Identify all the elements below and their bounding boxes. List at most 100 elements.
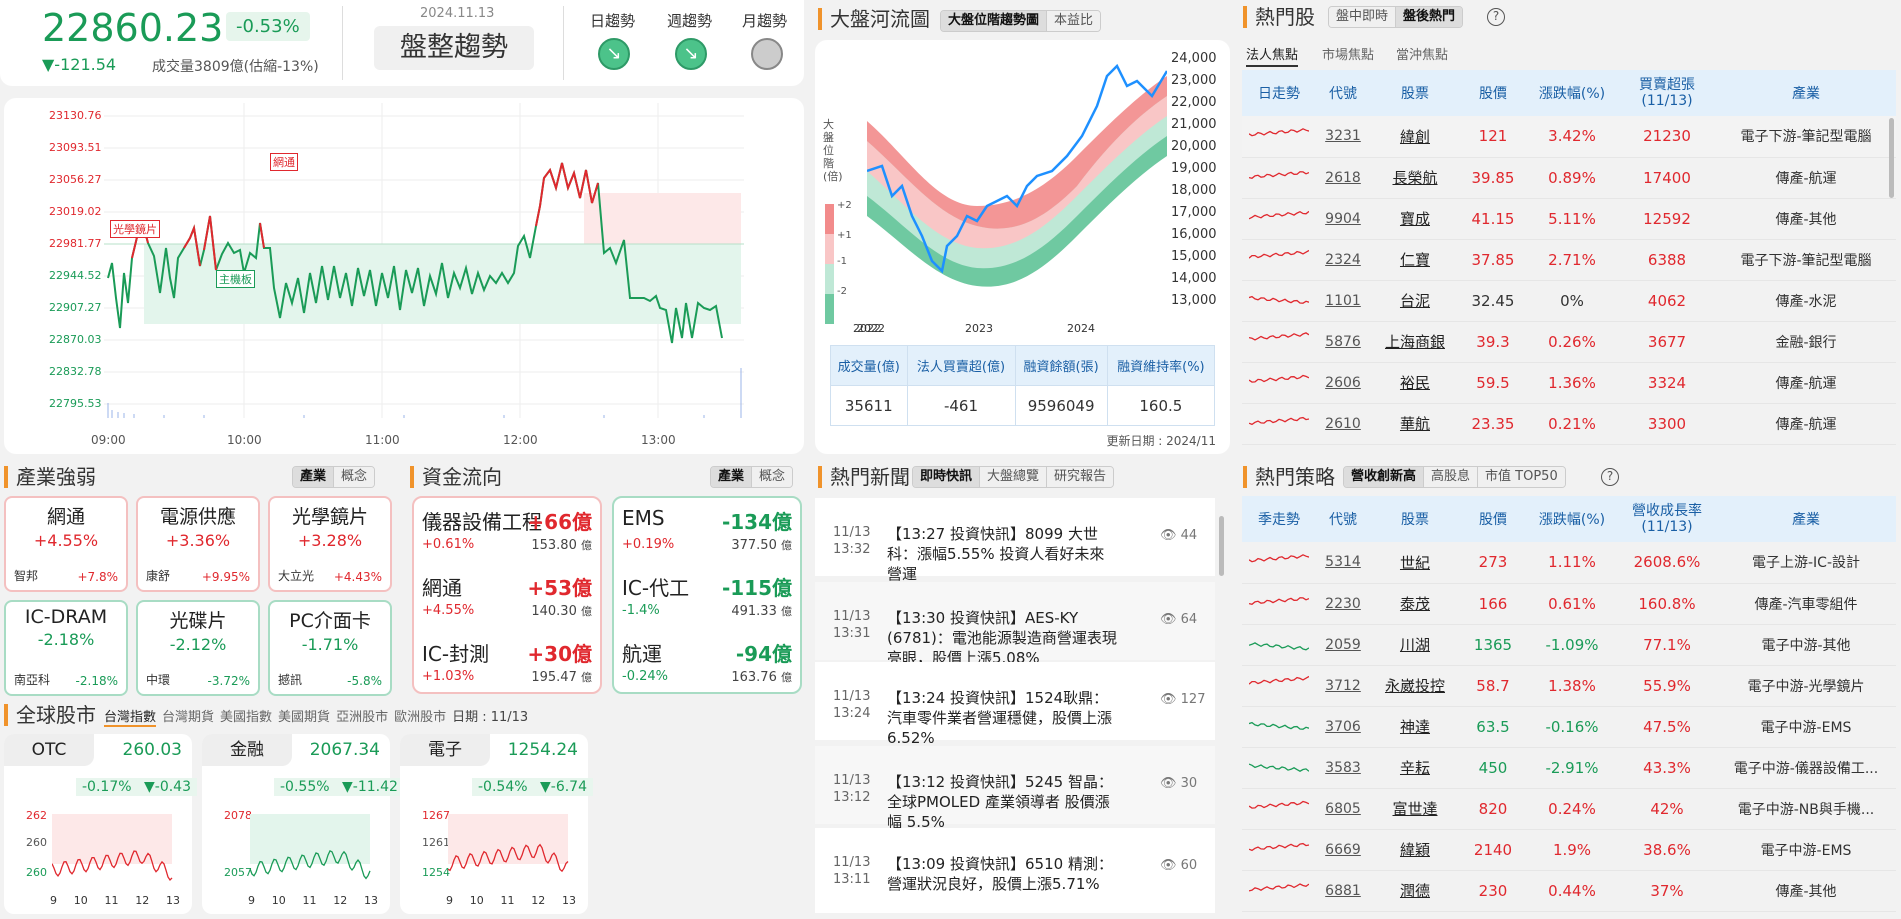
hot-subtab-daytrade[interactable]: 當沖焦點 [1396,44,1448,63]
industry-card[interactable]: IC-DRAM -2.18% 南亞科 -2.18% [4,600,128,696]
table-row[interactable]: 2618 長榮航 39.85 0.89% 17400 傳產-航運 [1242,157,1896,199]
stock-code[interactable]: 2606 [1316,362,1370,404]
news-item[interactable]: 11/13 13:31 【13:30 投資快訊】AES-KY (6781)：電池能源… [815,582,1215,667]
stock-code[interactable]: 2230 [1316,583,1370,625]
stock-code[interactable]: 5314 [1316,542,1370,584]
stock-code[interactable]: 2610 [1316,403,1370,445]
stock-name[interactable]: 神達 [1370,706,1460,748]
table-row[interactable]: 2230 泰茂 166 0.61% 160.8% 傳產-汽車零組件 [1242,583,1896,625]
stock-code[interactable]: 3712 [1316,665,1370,707]
tab-high-dividend[interactable]: 高股息 [1424,467,1479,487]
news-item[interactable]: 11/13 13:11 【13:09 投資快訊】6510 精測：營運狀況良好，股價上… [815,828,1215,913]
stock-code[interactable]: 6881 [1316,870,1370,912]
stock-name[interactable]: 寶成 [1370,198,1460,240]
stock-name[interactable]: 辛耘 [1370,747,1460,789]
table-row[interactable]: 5314 世紀 273 1.11% 2608.6% 電子上游-IC-設計 [1242,542,1896,584]
tab-tw-index[interactable]: 台灣指數 [104,706,157,727]
tab-us-futures[interactable]: 美國期貨 [278,706,330,727]
table-row[interactable]: 2606 裕民 59.5 1.36% 3324 傳產-航運 [1242,362,1896,404]
hot-subtab-institutional[interactable]: 法人焦點 [1246,44,1299,67]
stock-name[interactable]: 上海商銀 [1370,321,1460,363]
industry-card[interactable]: PC介面卡 -1.71% 撼訊 -5.8% [268,600,392,696]
tab-intraday[interactable]: 盤中即時 [1329,7,1397,27]
stock-code[interactable]: 2324 [1316,239,1370,281]
tab-industry[interactable]: 產業 [711,467,753,487]
table-row[interactable]: 3583 辛耘 450 -2.91% 43.3% 電子中游-儀器設備工... [1242,747,1896,789]
news-headline[interactable]: 【13:12 投資快訊】5245 智晶：全球PMOLED 產業領導者 股價漲幅 … [887,772,1117,832]
table-row[interactable]: 2324 仁寶 37.85 2.71% 6388 電子下游-筆記型電腦 [1242,239,1896,281]
stock-name[interactable]: 緯穎 [1370,829,1460,871]
col-header[interactable]: 買賣超張 (11/13) [1618,70,1716,116]
table-row[interactable]: 6669 緯穎 2140 1.9% 38.6% 電子中游-EMS [1242,829,1896,871]
tab-trend-chart[interactable]: 大盤位階趨勢圖 [941,11,1048,31]
fund-flow-item[interactable]: 儀器設備工程 +66億 +0.61% 153.80 億 [414,500,600,566]
stock-code[interactable]: 6669 [1316,829,1370,871]
stock-name[interactable]: 華航 [1370,403,1460,445]
stock-name[interactable]: 潤德 [1370,870,1460,912]
stock-name[interactable]: 永崴投控 [1370,665,1460,707]
global-index-card[interactable]: OTC 260.03 -0.17% ▼-0.43 262 260 260 9 10 11 12 13 [4,734,197,914]
stock-name[interactable]: 台泥 [1370,280,1460,322]
stock-code[interactable]: 6805 [1316,788,1370,830]
tab-after-hours[interactable]: 盤後熱門 [1396,7,1463,27]
table-row[interactable]: 6805 富世達 820 0.24% 42% 電子中游-NB與手機... [1242,788,1896,830]
fund-flow-item[interactable]: 網通 +53億 +4.55% 140.30 億 [414,566,600,632]
news-headline[interactable]: 【13:24 投資快訊】1524耿鼎：汽車零件業者營運穩健，股價上漲6.52% [887,688,1117,748]
tab-pe-ratio[interactable]: 本益比 [1047,11,1101,31]
col-header[interactable]: 營收成長率 (11/13) [1618,496,1716,542]
stock-code[interactable]: 9904 [1316,198,1370,240]
stock-name[interactable]: 泰茂 [1370,583,1460,625]
stock-name[interactable]: 長榮航 [1370,157,1460,199]
news-item[interactable]: 11/13 13:32 【13:27 投資快訊】8099 大世科：漲幅5.55% 投… [815,498,1215,583]
stock-name[interactable]: 富世達 [1370,788,1460,830]
table-row[interactable]: 3712 永崴投控 58.7 1.38% 55.9% 電子中游-光學鏡片 [1242,665,1896,707]
hot-subtab-market[interactable]: 市場焦點 [1322,44,1374,63]
stock-name[interactable]: 裕民 [1370,362,1460,404]
tab-europe[interactable]: 歐洲股市 [394,706,446,727]
fund-flow-item[interactable]: IC-封測 +30億 +1.03% 195.47 億 [414,632,600,698]
stock-code[interactable]: 3231 [1316,116,1370,158]
news-headline[interactable]: 【13:09 投資快訊】6510 精測：營運狀況良好，股價上漲5.71% [887,854,1117,894]
stock-name[interactable]: 緯創 [1370,116,1460,158]
table-row[interactable]: 3706 神達 63.5 -0.16% 47.5% 電子中游-EMS [1242,706,1896,748]
industry-card[interactable]: 網通 +4.55% 智邦 +7.8% [4,496,128,592]
help-icon[interactable]: ? [1601,468,1619,486]
tab-market-overview[interactable]: 大盤總覽 [980,467,1048,487]
scrollbar[interactable] [1889,118,1894,198]
tab-market-cap[interactable]: 市值 TOP50 [1478,467,1565,487]
annotation-motherboard[interactable]: 主機板 [216,270,255,288]
stock-code[interactable]: 3706 [1316,706,1370,748]
stock-name[interactable]: 仁寶 [1370,239,1460,281]
global-index-card[interactable]: 電子 1254.24 -0.54% ▼-6.74 1267 1261 1254 9 10 11 12… [400,734,593,914]
tab-concept[interactable]: 概念 [752,467,793,487]
help-icon[interactable]: ? [1487,8,1505,26]
table-row[interactable]: 1101 台泥 32.45 0% 4062 傳產-水泥 [1242,280,1896,322]
tab-revenue-high[interactable]: 營收創新高 [1344,467,1425,487]
fund-flow-item[interactable]: 航運 -94億 -0.24% 163.76 億 [614,632,800,698]
table-row[interactable]: 9904 寶成 41.15 5.11% 12592 傳產-其他 [1242,198,1896,240]
table-row[interactable]: 2610 華航 23.35 0.21% 3300 傳產-航運 [1242,403,1896,445]
news-headline[interactable]: 【13:30 投資快訊】AES-KY (6781)：電池能源製造商營運表現亮眼，… [887,608,1117,668]
stock-code[interactable]: 5876 [1316,321,1370,363]
tab-industry[interactable]: 產業 [293,467,335,487]
stock-code[interactable]: 3583 [1316,747,1370,789]
annotation-optical-lens[interactable]: 光學鏡片 [110,220,160,238]
table-row[interactable]: 6881 潤德 230 0.44% 37% 傳產-其他 [1242,870,1896,912]
fund-flow-item[interactable]: IC-代工 -115億 -1.4% 491.33 億 [614,566,800,632]
tab-concept[interactable]: 概念 [334,467,375,487]
table-row[interactable]: 2059 川湖 1365 -1.09% 77.1% 電子中游-其他 [1242,624,1896,666]
stock-name[interactable]: 川湖 [1370,624,1460,666]
tab-asia[interactable]: 亞洲股市 [336,706,388,727]
news-headline[interactable]: 【13:27 投資快訊】8099 大世科：漲幅5.55% 投資人看好未來營運 [887,524,1117,584]
tab-us-index[interactable]: 美國指數 [220,706,272,727]
industry-card[interactable]: 光碟片 -2.12% 中環 -3.72% [136,600,260,696]
scrollbar[interactable] [1219,516,1224,576]
fund-flow-item[interactable]: EMS -134億 +0.19% 377.50 億 [614,500,800,566]
industry-card[interactable]: 光學鏡片 +3.28% 大立光 +4.43% [268,496,392,592]
global-index-card[interactable]: 金融 2067.34 -0.55% ▼-11.42 2078 2057 9 10 11 12 13 [202,734,404,914]
tab-tw-futures[interactable]: 台灣期貨 [162,706,214,727]
tab-flash[interactable]: 即時快訊 [913,467,981,487]
news-item[interactable]: 11/13 13:12 【13:12 投資快訊】5245 智晶：全球PMOLED 產… [815,746,1215,831]
table-row[interactable]: 5876 上海商銀 39.3 0.26% 3677 金融-銀行 [1242,321,1896,363]
stock-code[interactable]: 1101 [1316,280,1370,322]
